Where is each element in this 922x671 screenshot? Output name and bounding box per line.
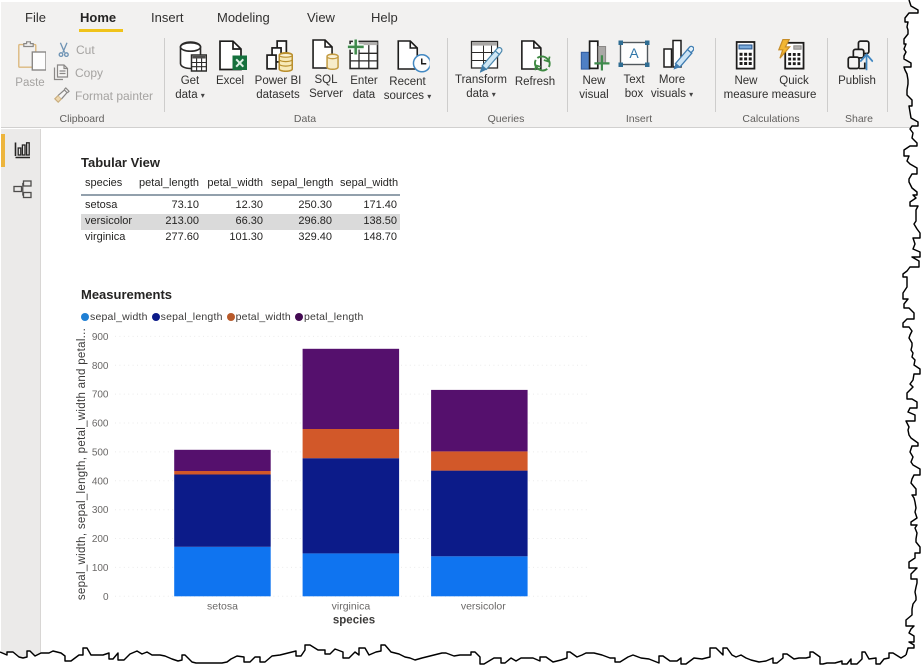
svg-text:100: 100 bbox=[92, 563, 109, 574]
svg-text:300: 300 bbox=[92, 505, 109, 516]
svg-text:virginica: virginica bbox=[332, 601, 371, 613]
svg-text:700: 700 bbox=[92, 390, 109, 401]
svg-text:900: 900 bbox=[92, 332, 109, 343]
svg-text:sepal_width, sepal_length, pet: sepal_width, sepal_length, petal_width a… bbox=[76, 328, 88, 600]
svg-text:500: 500 bbox=[92, 447, 109, 458]
svg-text:setosa: setosa bbox=[207, 601, 238, 613]
svg-text:versicolor: versicolor bbox=[461, 601, 506, 613]
svg-text:200: 200 bbox=[92, 534, 109, 545]
svg-text:0: 0 bbox=[103, 592, 109, 603]
svg-text:species: species bbox=[333, 615, 375, 627]
svg-text:800: 800 bbox=[92, 361, 109, 372]
svg-text:600: 600 bbox=[92, 419, 109, 430]
svg-text:400: 400 bbox=[92, 476, 109, 487]
